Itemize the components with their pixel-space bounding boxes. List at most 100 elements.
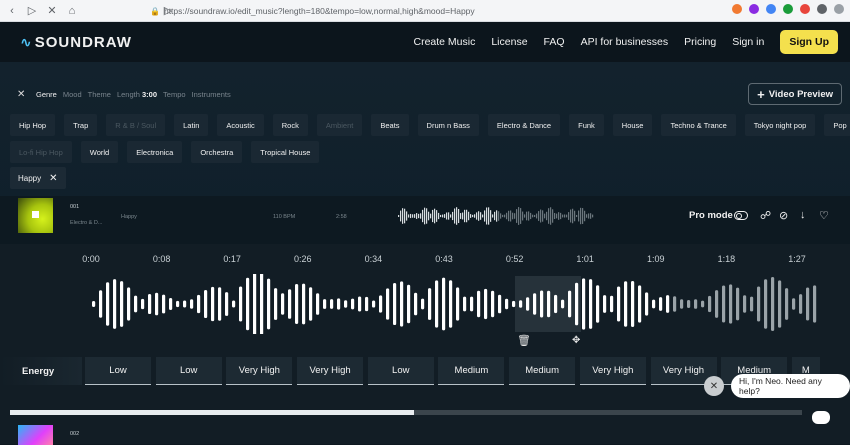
trash-icon[interactable]: 🗑 <box>517 334 531 347</box>
energy-cell[interactable]: Very High <box>579 357 646 385</box>
waveform-bar <box>610 295 614 313</box>
mini-waveform-bar <box>542 210 544 222</box>
mini-waveform-bar <box>570 209 572 223</box>
genre-chip-11[interactable]: House <box>612 114 653 136</box>
scrollbar-thumb[interactable] <box>10 410 414 415</box>
waveform-bar <box>533 293 537 315</box>
mini-waveform-bar <box>554 213 556 219</box>
genre-chip-10[interactable]: Funk <box>569 114 604 136</box>
genre-chip-14[interactable]: Pop <box>824 114 850 136</box>
nav-sign-in[interactable]: Sign in <box>732 36 764 48</box>
waveform-bar <box>197 294 201 314</box>
energy-cell[interactable]: Medium <box>438 357 505 385</box>
waveform-bar <box>666 295 670 313</box>
genre-chip-4[interactable]: Acoustic <box>217 114 264 136</box>
track-row-001[interactable]: 001 Electro & D... Happy 110 BPM 2:58 Pr… <box>0 196 850 244</box>
pro-mode-toggle[interactable] <box>734 211 748 220</box>
genre-chip-2[interactable]: R & B / Soul <box>106 114 166 136</box>
profile-icon[interactable] <box>834 4 844 14</box>
nav-pricing[interactable]: Pricing <box>684 36 716 48</box>
triangle-ext-icon[interactable] <box>749 4 759 14</box>
selected-mood-chip[interactable]: Happy ✕ <box>10 167 66 189</box>
move-icon[interactable]: ✥ <box>572 335 580 346</box>
energy-cell[interactable]: Very High <box>297 357 364 385</box>
nav-create-music[interactable]: Create Music <box>413 36 475 48</box>
tab-theme[interactable]: Theme <box>88 90 111 99</box>
waveform-bar <box>435 280 439 328</box>
tab-mood[interactable]: Mood <box>63 90 82 99</box>
green-ext-icon[interactable] <box>783 4 793 14</box>
track-length: 2:58 <box>336 214 347 220</box>
download-icon[interactable]: ↓ <box>800 209 806 221</box>
genre-chip-row2-0[interactable]: Lo-fi Hip Hop <box>10 141 72 163</box>
share-icon[interactable]: ☍ <box>760 209 771 222</box>
nav-faq[interactable]: FAQ <box>544 36 565 48</box>
chat-icon[interactable] <box>812 411 830 424</box>
extensions <box>732 4 844 14</box>
puzzle-icon[interactable] <box>817 4 827 14</box>
logo[interactable]: ∿ SOUNDRAW <box>20 34 132 51</box>
energy-cell[interactable]: Medium <box>509 357 576 385</box>
genre-chip-7[interactable]: Beats <box>371 114 409 136</box>
track-thumbnail-002[interactable] <box>18 425 53 445</box>
favorite-icon[interactable]: ♡ <box>819 209 829 222</box>
waveform-bar <box>715 290 719 318</box>
nav-license[interactable]: License <box>491 36 527 48</box>
main-waveform[interactable] <box>0 274 850 334</box>
genre-chip-1[interactable]: Trap <box>64 114 98 136</box>
similar-icon[interactable]: ⊘ <box>779 209 788 222</box>
remove-mood-icon[interactable]: ✕ <box>49 173 57 184</box>
genre-chip-row2-3[interactable]: Orchestra <box>191 141 243 163</box>
waveform-bar <box>169 297 173 311</box>
genre-chip-6[interactable]: Ambient <box>316 114 363 136</box>
waveform-bar <box>638 285 642 323</box>
mini-waveform-bar <box>508 210 510 222</box>
horizontal-scrollbar[interactable] <box>10 410 802 415</box>
address-bar[interactable]: 🔒 https://soundraw.io/edit_music?length=… <box>150 2 650 20</box>
stop-loading-icon[interactable]: ✕ <box>44 3 60 19</box>
sign-up-button[interactable]: Sign Up <box>780 30 838 54</box>
genre-chip-5[interactable]: Rock <box>272 114 308 136</box>
video-preview-button[interactable]: + Video Preview <box>748 83 842 105</box>
genre-chip-8[interactable]: Drum n Bass <box>417 114 479 136</box>
energy-cell[interactable]: Low <box>85 357 151 385</box>
close-filters-icon[interactable]: ✕ <box>17 89 25 100</box>
mini-waveform-bar <box>556 213 558 219</box>
genre-chip-row2-4[interactable]: Tropical House <box>251 141 320 163</box>
red-ext-icon[interactable] <box>800 4 810 14</box>
genre-chip-row2-1[interactable]: World <box>80 141 119 163</box>
mini-waveform-bar <box>436 210 438 222</box>
mini-waveform-bar <box>404 208 406 224</box>
waveform-bar <box>645 292 649 316</box>
energy-cell[interactable]: Very High <box>226 357 293 385</box>
genre-chip-12[interactable]: Techno & Trance <box>661 114 736 136</box>
genre-chip-0[interactable]: Hip Hop <box>10 114 56 136</box>
genre-chip-3[interactable]: Latin <box>174 114 209 136</box>
genre-chip-13[interactable]: Tokyo night pop <box>744 114 816 136</box>
tab-genre[interactable]: Genre <box>36 90 57 99</box>
chat-bubble[interactable]: Hi, I'm Neo. Need any help? <box>731 374 850 398</box>
tab-length[interactable]: Length 3:00 <box>117 90 157 99</box>
track-number-002: 002 <box>70 431 80 437</box>
brave-shield-icon[interactable] <box>732 4 742 14</box>
mini-waveform[interactable] <box>398 206 594 226</box>
translate-icon[interactable] <box>766 4 776 14</box>
mini-waveform-bar <box>458 208 460 224</box>
genre-chip-row2-2[interactable]: Electronica <box>127 141 183 163</box>
genre-chip-9[interactable]: Electro & Dance <box>487 114 561 136</box>
tab-tempo[interactable]: Tempo <box>163 90 186 99</box>
energy-cell[interactable]: Low <box>155 357 222 385</box>
forward-icon[interactable]: ▷ <box>24 3 40 19</box>
home-icon[interactable]: ⌂ <box>64 3 80 19</box>
plus-icon: + <box>757 86 765 102</box>
tab-length-label: Length <box>116 90 140 99</box>
chat-close-button[interactable]: ✕ <box>704 376 724 396</box>
stop-icon[interactable] <box>32 211 39 218</box>
waveform-bar <box>302 283 306 325</box>
energy-cell[interactable]: Low <box>367 357 434 385</box>
back-icon[interactable]: ‹ <box>4 3 20 19</box>
mini-waveform-bar <box>490 210 492 222</box>
tab-instruments[interactable]: Instruments <box>192 90 231 99</box>
track-thumbnail[interactable] <box>18 198 53 233</box>
nav-api[interactable]: API for businesses <box>581 36 669 48</box>
